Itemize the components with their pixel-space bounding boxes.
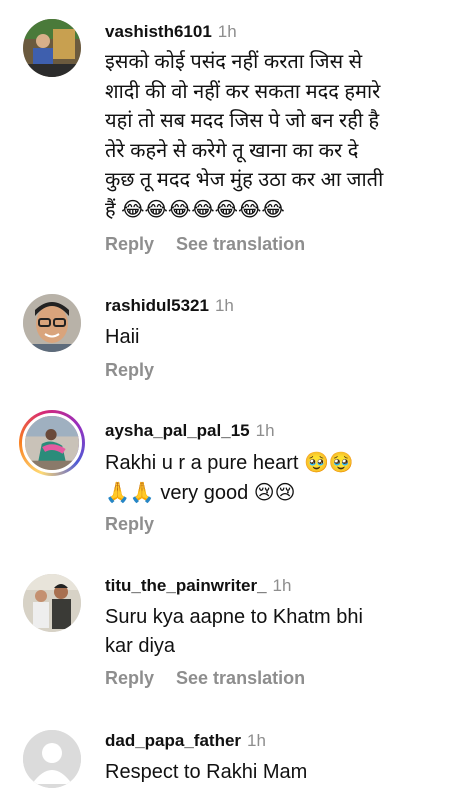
avatar[interactable] (23, 730, 81, 788)
comment-text: Respect to Rakhi Mam (105, 758, 440, 786)
comment-line: Haii (105, 326, 140, 348)
comment-meta: titu_the_painwriter_ 1h (105, 576, 291, 596)
comment-line: Respect to Rakhi Mam (105, 761, 308, 783)
comment-meta: dad_papa_father 1h (105, 731, 266, 751)
reply-button[interactable]: Reply (105, 513, 154, 535)
avatar[interactable] (23, 19, 81, 77)
username[interactable]: titu_the_painwriter_ (105, 576, 267, 595)
comment-line: 🙏🙏 very good 😢😢 (105, 482, 296, 504)
comment-actions: Reply See translation (105, 667, 305, 689)
username[interactable]: rashidul5321 (105, 296, 209, 315)
comment-line: kar diya (105, 635, 176, 657)
username[interactable]: aysha_pal_pal_15 (105, 421, 250, 440)
comment-line: कुछ तू मदद भेज मुंह उठा कर आ जाती (105, 169, 384, 191)
comment-line: यहां तो सब मदद जिस पे जो बन रही है (105, 110, 380, 132)
comment-line: इसको कोई पसंद नहीं करता जिस से (105, 51, 363, 73)
avatar-photo-icon (23, 294, 81, 352)
timestamp: 1h (214, 296, 234, 315)
comment-line: Rakhi u r a pure heart 🥹🥹 (105, 452, 354, 474)
avatar[interactable] (23, 294, 81, 352)
comment-actions: Reply (105, 513, 154, 535)
comment-line: शादी की वो नहीं कर सकता मदद हमारे (105, 80, 381, 103)
comment-text: Haii (105, 323, 440, 351)
reply-button[interactable]: Reply (105, 233, 154, 255)
comment-actions: Reply (105, 359, 154, 381)
comment-actions: Reply See translation (105, 233, 305, 255)
comment-meta: vashisth6101 1h (105, 22, 237, 42)
timestamp: 1h (272, 576, 292, 595)
reply-button[interactable]: Reply (105, 667, 154, 689)
comment-line: Suru kya aapne to Khatm bhi (105, 606, 363, 628)
avatar-photo-icon (23, 574, 81, 632)
avatar-with-story-ring[interactable] (19, 410, 85, 476)
avatar[interactable] (23, 574, 81, 632)
timestamp: 1h (247, 731, 266, 750)
username[interactable]: dad_papa_father (105, 731, 241, 750)
comment-text: इसको कोई पसंद नहीं करता जिस से शादी की व… (105, 48, 440, 225)
comment-line: तेरे कहने से करेगे तू खाना का कर दे (105, 139, 359, 162)
username[interactable]: vashisth6101 (105, 22, 212, 41)
default-avatar-icon (23, 730, 81, 788)
see-translation-button[interactable]: See translation (176, 233, 305, 255)
comment-text: Rakhi u r a pure heart 🥹🥹 🙏🙏 very good 😢… (105, 449, 440, 507)
see-translation-button[interactable]: See translation (176, 667, 305, 689)
avatar-photo-icon (23, 19, 81, 77)
comment-text: Suru kya aapne to Khatm bhi kar diya (105, 603, 440, 660)
comment-meta: rashidul5321 1h (105, 296, 234, 316)
comment-item: vashisth6101 1h इसको कोई पसंद नहीं करता ज… (0, 0, 452, 270)
comment-line: हैं 😂😂😂😂😂😂😂 (105, 198, 285, 221)
reply-button[interactable]: Reply (105, 359, 154, 381)
avatar-photo-icon (25, 416, 79, 470)
timestamp: 1h (255, 421, 275, 440)
timestamp: 1h (217, 22, 237, 41)
comment-meta: aysha_pal_pal_15 1h (105, 421, 275, 441)
